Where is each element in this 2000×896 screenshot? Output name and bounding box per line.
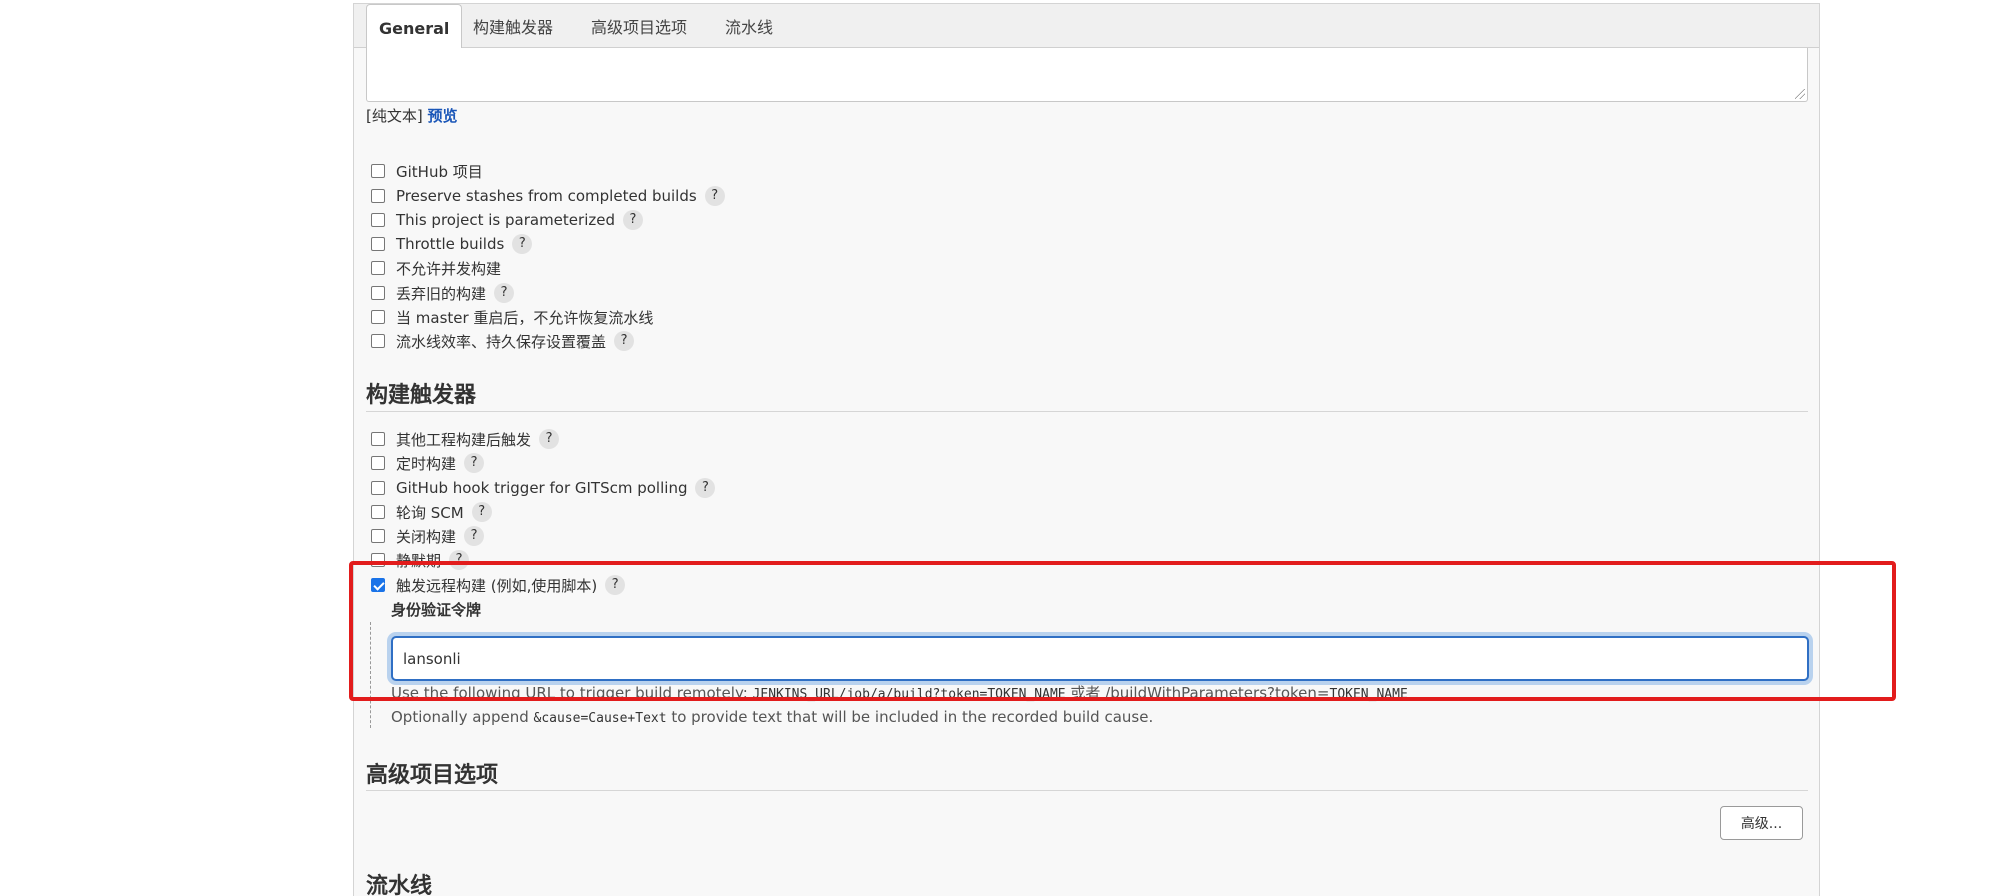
tab-general[interactable]: General bbox=[366, 4, 463, 49]
option-label: 丢弃旧的构建 bbox=[396, 284, 487, 303]
help-icon[interactable]: ? bbox=[614, 331, 635, 351]
checkbox[interactable] bbox=[371, 481, 385, 495]
auth-token-input[interactable] bbox=[391, 636, 1809, 681]
option-pipeline-durability-override[interactable]: 流水线效率、持久保存设置覆盖 ? bbox=[371, 330, 635, 352]
trigger-build-periodically[interactable]: 定时构建 ? bbox=[371, 452, 485, 474]
help-icon[interactable]: ? bbox=[695, 478, 716, 498]
description-format-line: [纯文本] 预览 bbox=[366, 106, 458, 126]
option-no-resume-after-restart[interactable]: 当 master 重启后，不允许恢复流水线 bbox=[371, 306, 653, 328]
option-label: Throttle builds bbox=[396, 235, 505, 253]
option-label: 不允许并发构建 bbox=[396, 259, 502, 278]
build-url-code: JENKINS_URL/job/a/build?token=TOKEN_NAME bbox=[752, 687, 1066, 702]
section-title-advanced-options: 高级项目选项 bbox=[366, 763, 499, 788]
trigger-after-other-projects[interactable]: 其他工程构建后触发 ? bbox=[371, 428, 560, 450]
help-icon[interactable]: ? bbox=[449, 550, 470, 570]
option-label: 关闭构建 bbox=[396, 527, 457, 546]
section-title-build-triggers: 构建触发器 bbox=[366, 383, 477, 408]
checkbox[interactable] bbox=[371, 237, 385, 251]
checkbox[interactable] bbox=[371, 432, 385, 446]
option-label: 当 master 重启后，不允许恢复流水线 bbox=[396, 308, 654, 327]
option-label: 定时构建 bbox=[396, 454, 457, 473]
checkbox[interactable] bbox=[371, 286, 385, 300]
tab-build-triggers[interactable]: 构建触发器 bbox=[473, 4, 553, 48]
option-label: 静默期 bbox=[396, 551, 442, 570]
checkbox[interactable] bbox=[371, 334, 385, 348]
option-preserve-stashes[interactable]: Preserve stashes from completed builds ? bbox=[371, 185, 725, 207]
trigger-disable-build[interactable]: 关闭构建 ? bbox=[371, 525, 485, 547]
help-icon[interactable]: ? bbox=[471, 502, 492, 522]
option-no-concurrent-builds[interactable]: 不允许并发构建 bbox=[371, 257, 501, 279]
checkbox[interactable] bbox=[371, 189, 385, 203]
checkbox[interactable] bbox=[371, 261, 385, 275]
trigger-github-hook[interactable]: GitHub hook trigger for GITScm polling ? bbox=[371, 477, 716, 499]
checkbox[interactable] bbox=[371, 164, 385, 178]
help-icon[interactable]: ? bbox=[464, 453, 485, 473]
cause-info: Optionally append &cause=Cause+Text to p… bbox=[391, 708, 1154, 726]
option-github-project[interactable]: GitHub 项目 bbox=[371, 160, 483, 182]
checkbox[interactable] bbox=[371, 310, 385, 324]
option-parameterized[interactable]: This project is parameterized ? bbox=[371, 209, 643, 231]
config-tab-bar: General 构建触发器 高级项目选项 流水线 bbox=[354, 4, 1819, 49]
checkbox-checked[interactable] bbox=[371, 578, 385, 592]
nested-block-indicator bbox=[370, 622, 371, 728]
help-icon[interactable]: ? bbox=[622, 210, 643, 230]
option-throttle-builds[interactable]: Throttle builds ? bbox=[371, 233, 533, 255]
option-label: This project is parameterized bbox=[396, 211, 615, 229]
remote-url-info: Use the following URL to trigger build r… bbox=[391, 684, 1408, 702]
trigger-remote-build[interactable]: 触发远程构建 (例如,使用脚本) ? bbox=[371, 574, 626, 596]
trigger-poll-scm[interactable]: 轮询 SCM ? bbox=[371, 501, 492, 523]
help-icon[interactable]: ? bbox=[605, 575, 626, 595]
section-divider bbox=[366, 411, 1808, 412]
option-discard-old-builds[interactable]: 丢弃旧的构建 ? bbox=[371, 282, 515, 304]
option-label: 流水线效率、持久保存设置覆盖 bbox=[396, 332, 607, 351]
tab-advanced-project-options[interactable]: 高级项目选项 bbox=[591, 4, 687, 48]
checkbox[interactable] bbox=[371, 505, 385, 519]
job-config-panel: General 构建触发器 高级项目选项 流水线 [纯文本] 预览 GitHub… bbox=[353, 3, 1820, 896]
checkbox[interactable] bbox=[371, 213, 385, 227]
option-label: 其他工程构建后触发 bbox=[396, 430, 532, 449]
option-label: GitHub hook trigger for GITScm polling bbox=[396, 479, 688, 497]
option-label: GitHub 项目 bbox=[396, 162, 483, 181]
token-name-code: TOKEN_NAME bbox=[1329, 687, 1408, 702]
help-icon[interactable]: ? bbox=[494, 283, 515, 303]
option-label: 触发远程构建 (例如,使用脚本) bbox=[396, 576, 598, 595]
checkbox[interactable] bbox=[371, 553, 385, 567]
section-divider bbox=[366, 790, 1808, 791]
section-title-pipeline: 流水线 bbox=[366, 874, 433, 896]
advanced-button[interactable]: 高级... bbox=[1720, 806, 1803, 840]
resize-grip-icon[interactable] bbox=[1795, 89, 1805, 99]
option-label: 轮询 SCM bbox=[396, 503, 464, 522]
tab-pipeline[interactable]: 流水线 bbox=[725, 4, 773, 48]
auth-token-label: 身份验证令牌 bbox=[391, 601, 482, 619]
trigger-quiet-period[interactable]: 静默期 ? bbox=[371, 549, 470, 571]
option-label: Preserve stashes from completed builds bbox=[396, 187, 697, 205]
cause-code: &cause=Cause+Text bbox=[533, 711, 667, 726]
checkbox[interactable] bbox=[371, 456, 385, 470]
plain-text-label: [纯文本] bbox=[366, 107, 423, 125]
description-textarea[interactable] bbox=[366, 48, 1808, 102]
checkbox[interactable] bbox=[371, 529, 385, 543]
help-icon[interactable]: ? bbox=[464, 526, 485, 546]
help-icon[interactable]: ? bbox=[704, 186, 725, 206]
help-icon[interactable]: ? bbox=[512, 234, 533, 254]
preview-link[interactable]: 预览 bbox=[428, 107, 458, 125]
help-icon[interactable]: ? bbox=[539, 429, 560, 449]
